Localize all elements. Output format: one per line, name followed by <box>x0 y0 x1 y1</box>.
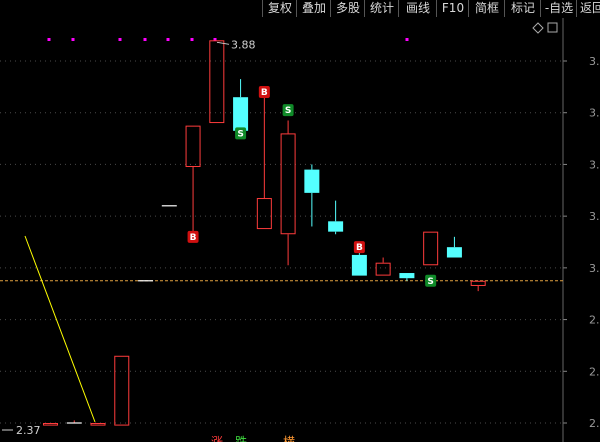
candles <box>43 40 486 426</box>
buy-signal-badge[interactable]: B <box>353 241 365 254</box>
top-marker <box>190 38 194 41</box>
top-marker <box>143 38 147 41</box>
top-marker <box>166 38 170 41</box>
candle <box>66 420 82 424</box>
price-axis: 3.8 3.6 3.4 3.2 3.0 2.8 2.6 2.4 <box>562 18 600 442</box>
svg-text:B: B <box>356 243 363 253</box>
candle <box>280 120 296 266</box>
top-marker <box>118 38 122 41</box>
svg-text:S: S <box>237 129 243 139</box>
candle <box>375 257 391 276</box>
axis-tick-label: 2.4 <box>589 417 600 430</box>
candle <box>233 79 249 131</box>
candle <box>90 423 106 426</box>
price-grid <box>0 60 563 424</box>
top-markers <box>47 38 409 41</box>
trend-line[interactable] <box>24 235 96 423</box>
buy-signal-badge[interactable]: B <box>187 230 199 243</box>
candle <box>328 200 344 235</box>
low-price-label: 2.37 <box>16 424 41 437</box>
axis-tick-label: 3.2 <box>589 210 600 223</box>
settings-square-icon[interactable] <box>547 22 558 33</box>
candle <box>423 231 439 266</box>
sell-signal-badge[interactable]: S <box>425 274 437 287</box>
svg-text:S: S <box>285 106 291 116</box>
buy-signal-badge[interactable]: B <box>258 86 270 99</box>
candlestick-chart[interactable]: 3.8 3.6 3.4 3.2 3.0 2.8 2.6 2.4 B S B S B S 3.88 2.3… <box>0 0 600 442</box>
axis-tick-label: 2.8 <box>589 314 600 327</box>
axis-tick-label: 2.6 <box>589 365 600 378</box>
svg-text:S: S <box>427 277 433 287</box>
axis-tick-label: 3.8 <box>589 55 600 68</box>
candle <box>209 40 225 124</box>
sell-signal-badge[interactable]: S <box>282 104 294 117</box>
axis-tick-label: 3.0 <box>589 262 600 275</box>
candle <box>351 252 367 276</box>
candle <box>43 423 58 426</box>
svg-text:B: B <box>261 88 268 98</box>
top-marker <box>405 38 409 41</box>
top-marker <box>47 38 51 41</box>
sell-signal-badge[interactable]: S <box>235 127 247 140</box>
candle <box>114 355 130 426</box>
candle <box>446 236 462 258</box>
fall-mark: 跌 <box>235 435 248 442</box>
top-marker <box>71 38 75 41</box>
high-price-label: 3.88 <box>231 38 256 51</box>
svg-text:B: B <box>190 233 197 243</box>
candle <box>470 280 486 292</box>
flat-mark: 横 <box>283 435 296 442</box>
axis-tick-label: 3.4 <box>589 158 600 171</box>
candle <box>304 164 320 227</box>
candle <box>399 273 415 281</box>
candle <box>256 97 272 230</box>
rise-mark: 涨 <box>211 435 224 442</box>
candle <box>185 125 201 235</box>
axis-tick-label: 3.6 <box>589 107 600 120</box>
settings-diamond-icon[interactable] <box>532 22 544 34</box>
